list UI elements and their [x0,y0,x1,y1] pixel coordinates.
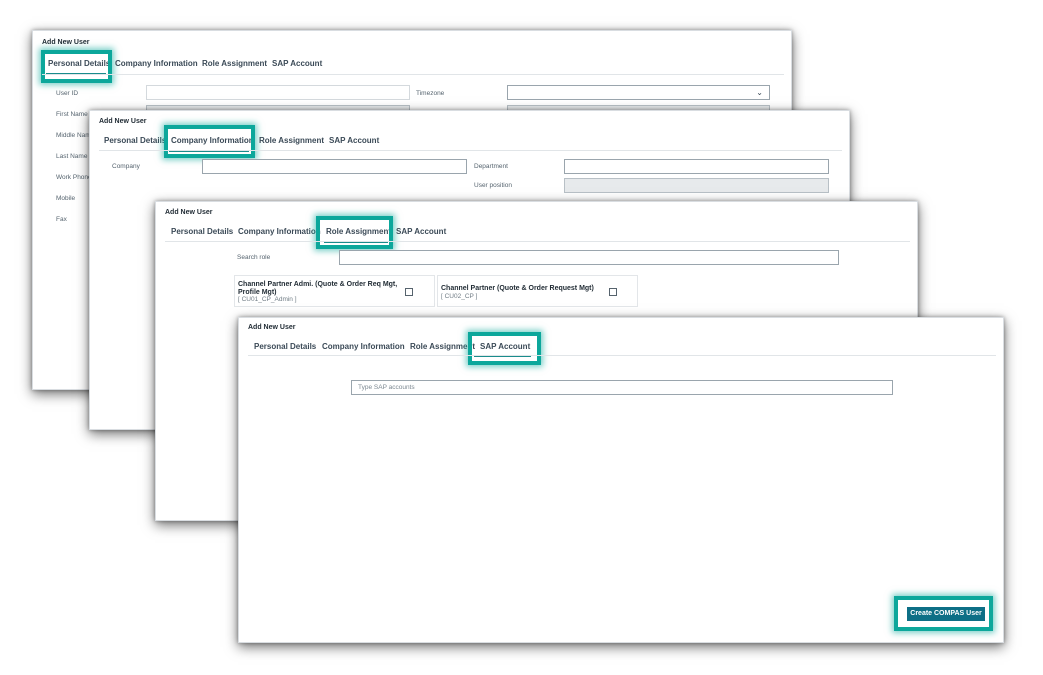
role-name-line-2: Profile Mgt) [238,289,277,296]
role-code: [ CU02_CP ] [441,293,478,300]
tab-divider [165,241,910,242]
user-id-input[interactable] [146,85,410,100]
role-code: [ CU01_CP_Admin ] [238,296,297,303]
tab-personal-details[interactable]: Personal Details [104,136,166,145]
first-name-label: First Name [56,111,88,118]
tab-personal-details[interactable]: Personal Details [171,227,233,236]
tab-role-assignment[interactable]: Role Assignment [410,342,475,351]
tab-personal-details[interactable]: Personal Details [254,342,316,351]
user-id-label: User ID [56,90,79,97]
role-name-line-1: Channel Partner Admi. (Quote & Order Req… [238,281,398,288]
role-name: Channel Partner (Quote & Order Request M… [441,285,594,292]
tab-company-information[interactable]: Company Information [238,227,321,236]
timezone-select[interactable]: ⌄ [507,85,770,100]
fax-label: Fax [56,216,67,223]
work-phone-label: Work Phone [56,174,92,181]
tab-role-assignment[interactable]: Role Assignment [259,136,324,145]
highlight-create-button [894,596,993,631]
role-card[interactable]: Channel Partner (Quote & Order Request M… [437,275,638,307]
dialog-title: Add New User [42,39,90,46]
user-position-label: User position [474,182,512,189]
tab-sap-account[interactable]: SAP Account [272,59,322,68]
company-label: Company [112,163,140,170]
mobile-label: Mobile [56,195,76,202]
tab-sap-account[interactable]: SAP Account [396,227,446,236]
tab-divider [99,150,842,151]
role-card[interactable]: Channel Partner Admi. (Quote & Order Req… [234,275,435,307]
tab-divider [42,74,784,75]
dialog-sap-account: Add New User Personal Details Company In… [238,317,1004,643]
tab-sap-account[interactable]: SAP Account [329,136,379,145]
company-input[interactable] [202,159,467,174]
department-input[interactable] [564,159,829,174]
highlight-tab-sap-account [468,332,541,365]
tab-role-assignment[interactable]: Role Assignment [202,59,267,68]
dialog-title: Add New User [165,209,213,216]
last-name-label: Last Name [56,153,88,160]
search-role-input[interactable] [339,250,839,265]
role-checkbox[interactable] [609,288,617,296]
user-position-input[interactable] [564,178,829,193]
search-role-label: Search role [237,254,271,261]
role-name: Channel Partner Admi. (Quote & Order Req… [238,281,397,297]
tab-company-information[interactable]: Company Information [115,59,198,68]
sap-account-placeholder: Type SAP accounts [358,384,415,391]
tab-divider [248,355,996,356]
tab-company-information[interactable]: Company Information [322,342,405,351]
chevron-down-icon: ⌄ [756,88,763,97]
highlight-tab-company-information [164,125,255,158]
department-label: Department [474,163,508,170]
role-checkbox[interactable] [405,288,413,296]
timezone-label: Timezone [416,90,445,97]
dialog-title: Add New User [99,118,147,125]
dialog-title: Add New User [248,324,296,331]
highlight-tab-role-assignment [316,216,393,249]
sap-account-search-input[interactable]: Type SAP accounts [351,380,893,395]
highlight-tab-personal-details [41,50,112,83]
